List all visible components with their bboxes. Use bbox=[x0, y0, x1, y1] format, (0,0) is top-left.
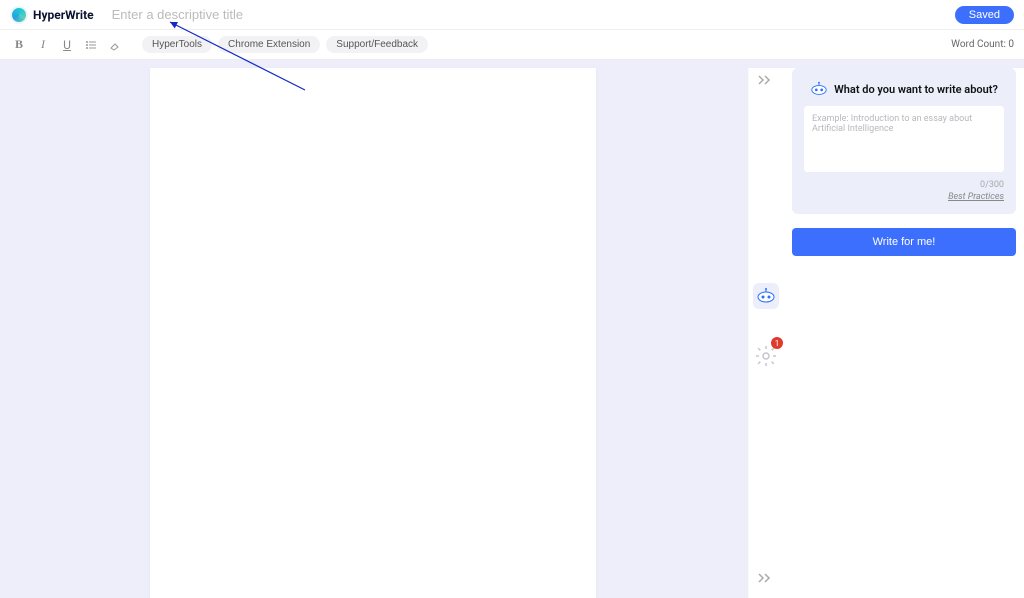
list-icon bbox=[85, 39, 97, 51]
bot-icon bbox=[810, 80, 828, 98]
brand-name: HyperWrite bbox=[33, 8, 94, 22]
bot-icon bbox=[756, 286, 776, 306]
assistant-icon-button[interactable] bbox=[753, 283, 779, 309]
header: HyperWrite Saved bbox=[0, 0, 1024, 30]
chevron-right-double-icon bbox=[757, 572, 773, 584]
clear-format-button[interactable] bbox=[106, 36, 124, 54]
hypertools-button[interactable]: HyperTools bbox=[142, 36, 212, 53]
chevron-right-double-icon bbox=[757, 74, 773, 86]
prompt-title: What do you want to write about? bbox=[834, 83, 998, 96]
italic-button[interactable]: I bbox=[34, 36, 52, 54]
main-area: 1 What do you want to write about? bbox=[0, 60, 1024, 598]
saved-button[interactable]: Saved bbox=[955, 6, 1014, 24]
side-rail: 1 bbox=[748, 68, 784, 598]
write-button[interactable]: Write for me! bbox=[792, 228, 1016, 256]
prompt-card: What do you want to write about? 0/300 B… bbox=[792, 68, 1016, 214]
bold-button[interactable]: B bbox=[10, 36, 28, 54]
prompt-title-row: What do you want to write about? bbox=[804, 80, 1004, 98]
logo-icon bbox=[10, 6, 28, 24]
editor-page[interactable] bbox=[150, 68, 596, 598]
settings-button[interactable]: 1 bbox=[753, 343, 779, 369]
right-panel: What do you want to write about? 0/300 B… bbox=[784, 68, 1024, 598]
collapse-right-icon[interactable] bbox=[757, 74, 773, 86]
word-count: Word Count: 0 bbox=[951, 39, 1014, 50]
title-input[interactable] bbox=[112, 7, 955, 22]
eraser-icon bbox=[109, 39, 121, 51]
prompt-textarea[interactable] bbox=[804, 106, 1004, 172]
char-counter: 0/300 bbox=[804, 180, 1004, 190]
list-button[interactable] bbox=[82, 36, 100, 54]
support-button[interactable]: Support/Feedback bbox=[326, 36, 428, 53]
underline-button[interactable]: U bbox=[58, 36, 76, 54]
best-practices-link[interactable]: Best Practices bbox=[804, 192, 1004, 202]
toolbar: B I U HyperTools Chrome Extension Suppor… bbox=[0, 30, 1024, 60]
expand-right-icon[interactable] bbox=[757, 572, 773, 584]
settings-badge: 1 bbox=[771, 337, 783, 349]
logo[interactable]: HyperWrite bbox=[10, 6, 94, 24]
chrome-extension-button[interactable]: Chrome Extension bbox=[218, 36, 320, 53]
